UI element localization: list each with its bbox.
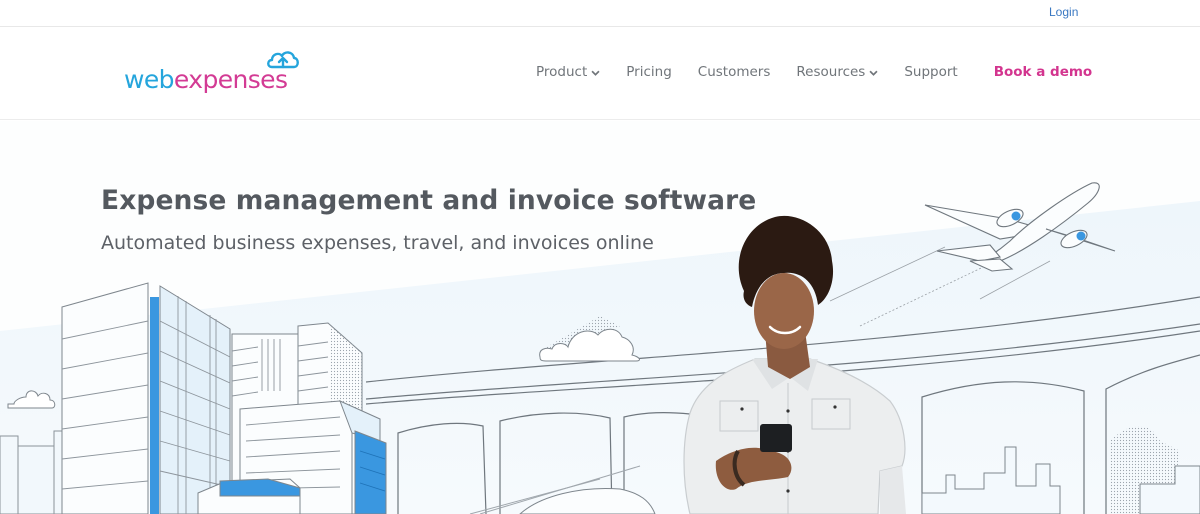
chevron-down-icon <box>591 70 600 76</box>
nav-item-label: Customers <box>697 64 771 80</box>
chevron-down-icon <box>869 70 878 76</box>
hero-title: Expense management and invoice software <box>101 185 757 216</box>
nav-item-resources[interactable]: Resources <box>796 64 878 80</box>
logo-text-expenses: expenses <box>173 65 288 94</box>
nav-item-support[interactable]: Support <box>904 64 957 80</box>
logo-text-web: web <box>124 65 175 94</box>
main-header: webexpenses Product Pricing Customers Re… <box>0 28 1200 120</box>
nav-item-product[interactable]: Product <box>536 64 600 80</box>
hero-section: Expense management and invoice software … <box>0 121 1200 514</box>
main-nav: Product Pricing Customers Resources Supp… <box>536 64 1092 80</box>
book-demo-button[interactable]: Book a demo <box>994 64 1093 80</box>
nav-item-pricing[interactable]: Pricing <box>626 64 672 80</box>
nav-item-customers[interactable]: Customers <box>698 64 771 80</box>
tall-building-1 <box>61 282 231 514</box>
webexpenses-logo[interactable]: webexpenses <box>124 48 304 98</box>
login-link[interactable]: Login <box>1049 5 1078 19</box>
nav-item-label: Pricing <box>626 64 672 80</box>
nav-item-label: Product <box>536 64 588 80</box>
hero-illustration <box>0 182 1200 514</box>
nav-item-label: Resources <box>796 64 866 80</box>
top-utility-bar: Login <box>0 0 1200 27</box>
logo-wordmark: webexpenses <box>124 65 288 94</box>
hero-subtitle: Automated business expenses, travel, and… <box>101 232 654 254</box>
nav-item-label: Support <box>904 64 958 80</box>
